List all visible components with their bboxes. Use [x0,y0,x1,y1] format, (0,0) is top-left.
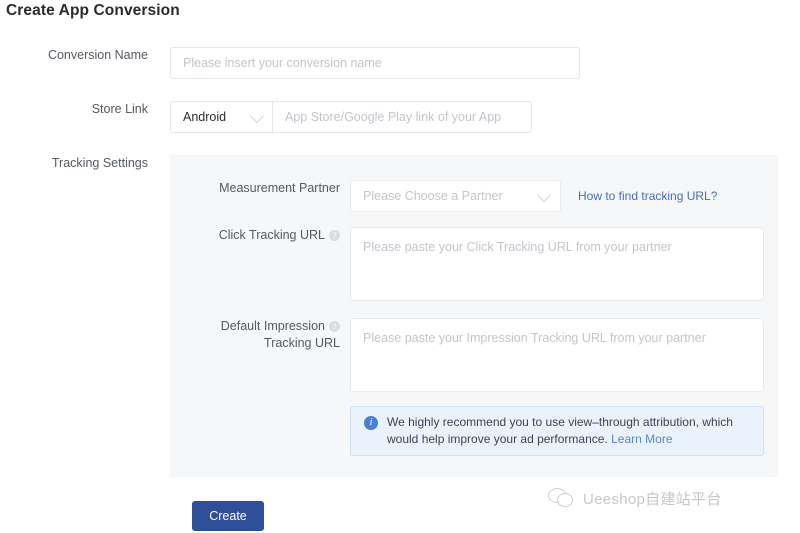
store-link-group: Android [170,101,532,133]
watermark: Ueeshop自建站平台 [548,487,722,509]
impression-tracking-url-label-line2: Tracking URL [264,336,340,350]
impression-tracking-url-label: Default Impression? Tracking URL [170,318,350,352]
chevron-down-icon [537,188,551,202]
wechat-logo-icon [548,487,574,509]
click-tracking-url-row: Click Tracking URL? [170,227,764,301]
create-button[interactable]: Create [192,501,264,531]
click-tracking-url-label: Click Tracking URL? [170,227,350,244]
measurement-partner-select[interactable]: Please Choose a Partner [350,180,561,212]
chevron-down-icon [250,109,264,123]
question-mark-icon[interactable]: ? [329,230,340,241]
how-to-find-tracking-url-link[interactable]: How to find tracking URL? [578,180,717,212]
store-platform-select[interactable]: Android [170,101,272,133]
view-through-attribution-notice: i We highly recommend you to use view–th… [350,406,764,456]
tracking-settings-panel: Measurement Partner Please Choose a Part… [170,155,778,477]
store-link-label: Store Link [0,101,170,117]
click-tracking-url-textarea[interactable] [350,227,764,301]
click-tracking-url-label-text: Click Tracking URL [219,228,325,242]
impression-tracking-url-row: Default Impression? Tracking URL [170,318,764,392]
tracking-settings-label: Tracking Settings [0,155,170,171]
impression-tracking-url-label-line1: Default Impression [221,319,325,333]
conversion-name-label: Conversion Name [0,47,170,63]
notice-text: We highly recommend you to use view–thro… [387,415,733,446]
tracking-settings-row: Tracking Settings Measurement Partner Pl… [0,155,778,477]
measurement-partner-row: Measurement Partner Please Choose a Part… [170,180,717,212]
conversion-name-row: Conversion Name [0,47,580,79]
learn-more-link[interactable]: Learn More [611,432,672,446]
measurement-partner-label: Measurement Partner [170,180,350,197]
store-link-input[interactable] [272,101,532,133]
info-icon: i [364,416,378,430]
impression-tracking-url-textarea[interactable] [350,318,764,392]
watermark-text: Ueeshop自建站平台 [583,488,722,509]
store-platform-selected-value: Android [183,110,226,124]
conversion-name-input[interactable] [170,47,580,79]
page-title: Create App Conversion [6,2,180,20]
measurement-partner-label-text: Measurement Partner [219,181,340,195]
store-link-row: Store Link Android [0,101,532,133]
question-mark-icon[interactable]: ? [329,321,340,332]
measurement-partner-placeholder: Please Choose a Partner [363,189,503,203]
notice-text-container: We highly recommend you to use view–thro… [387,414,750,448]
